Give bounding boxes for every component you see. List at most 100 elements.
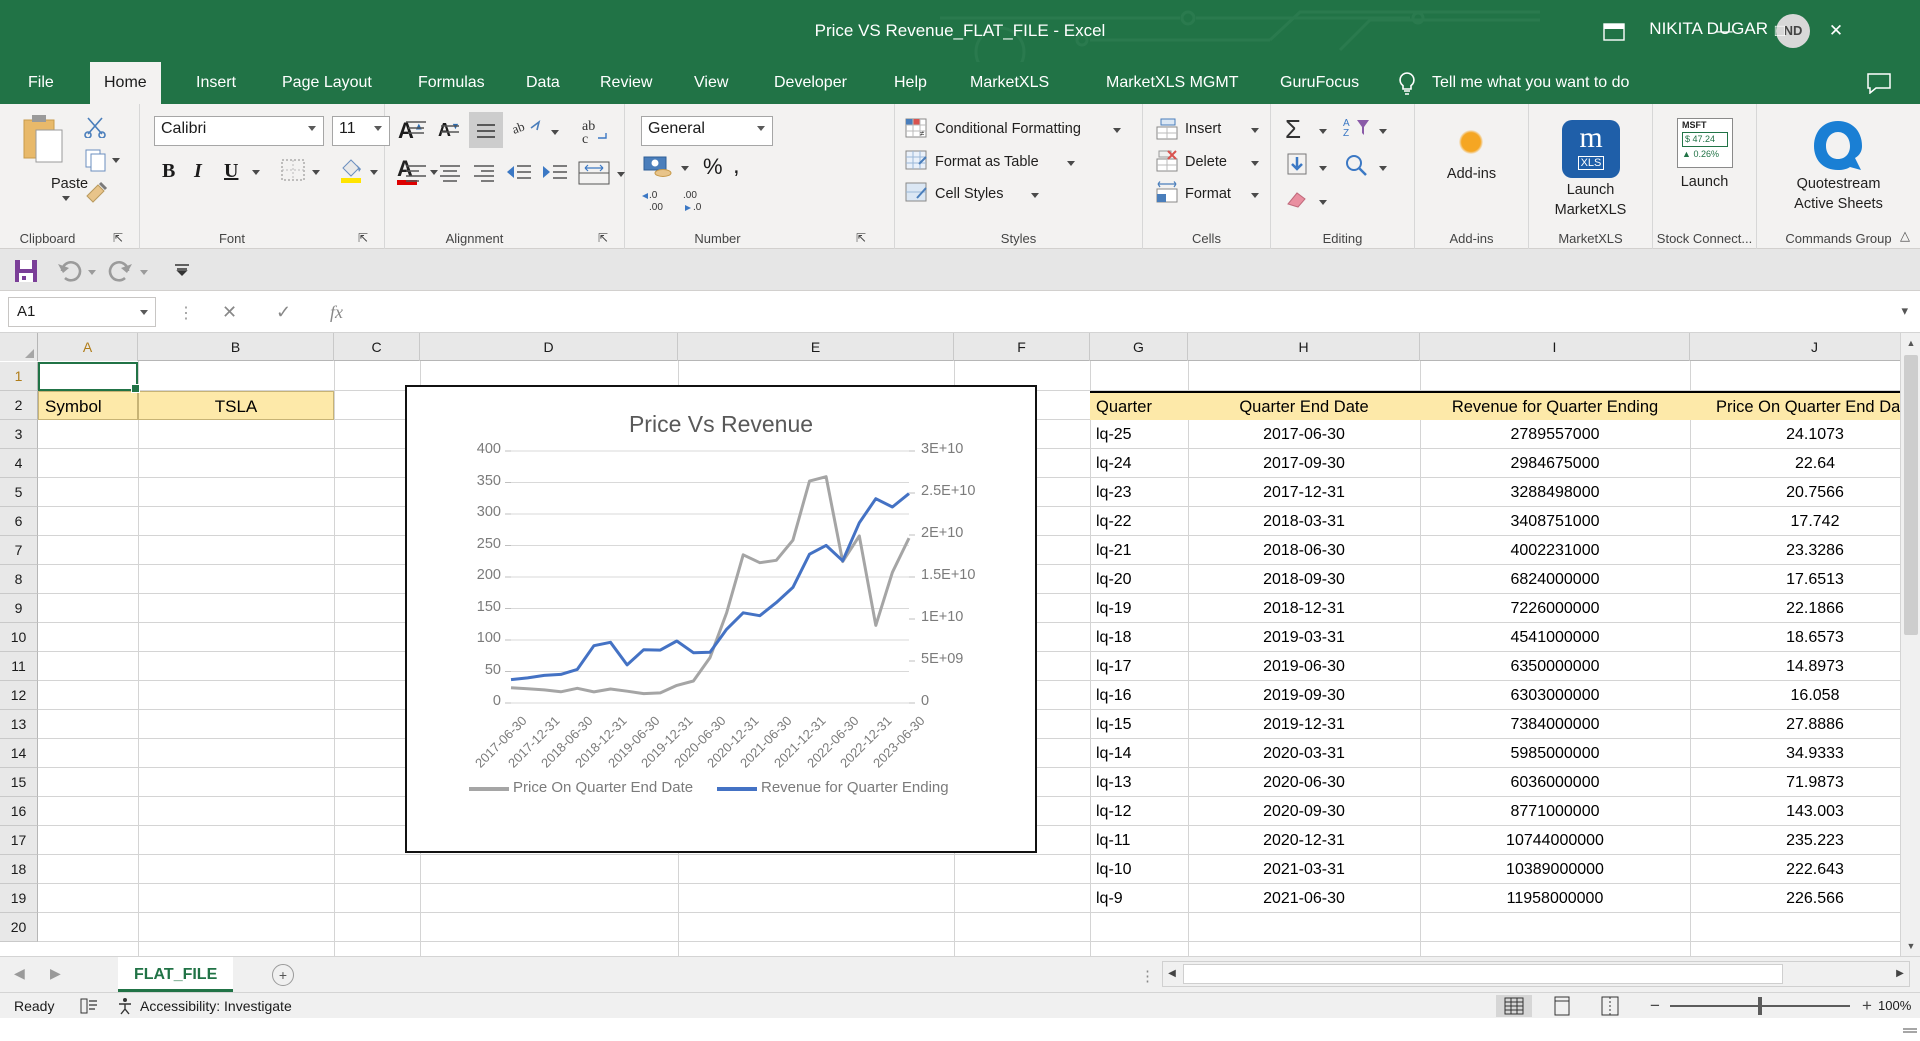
sort-and-filter-icon[interactable]: A Z xyxy=(1343,116,1373,140)
zoom-slider[interactable] xyxy=(1670,997,1850,1015)
row-header-4[interactable]: 4 xyxy=(0,449,38,478)
table-cell[interactable]: 18.6573 xyxy=(1690,623,1920,652)
table-cell[interactable]: lq-18 xyxy=(1090,623,1188,652)
format-dropdown-icon[interactable] xyxy=(1251,193,1259,198)
column-header-C[interactable]: C xyxy=(334,333,420,361)
merge-dropdown-icon[interactable] xyxy=(617,172,625,177)
sheet-nav-prev[interactable]: ◀ xyxy=(14,965,25,982)
row-header-6[interactable]: 6 xyxy=(0,507,38,536)
borders-icon[interactable] xyxy=(280,158,306,182)
row-header-16[interactable]: 16 xyxy=(0,797,38,826)
vertical-scrollbar[interactable]: ▲ ▼ xyxy=(1900,333,1920,1033)
table-cell[interactable]: 20.7566 xyxy=(1690,478,1920,507)
table-cell[interactable]: 2984675000 xyxy=(1420,449,1690,478)
underline-button[interactable]: U xyxy=(224,160,238,183)
tab-developer[interactable]: Developer xyxy=(760,62,861,104)
table-cell[interactable]: 17.742 xyxy=(1690,507,1920,536)
scroll-right-arrow-icon[interactable]: ▶ xyxy=(1891,962,1909,986)
row-header-9[interactable]: 9 xyxy=(0,594,38,623)
tab-insert[interactable]: Insert xyxy=(182,62,250,104)
comma-style-button[interactable]: , xyxy=(733,152,740,180)
table-cell[interactable]: 71.9873 xyxy=(1690,768,1920,797)
chart-price-vs-revenue[interactable]: Price Vs Revenue 0 50 100 150 200 250 300 350 40… xyxy=(405,385,1037,853)
row-header-14[interactable]: 14 xyxy=(0,739,38,768)
table-cell[interactable]: 2017-12-31 xyxy=(1188,478,1420,507)
number-format-select[interactable]: General xyxy=(641,116,773,146)
wrap-text-icon[interactable]: ab c xyxy=(580,114,614,148)
table-cell[interactable]: 2018-03-31 xyxy=(1188,507,1420,536)
table-cell[interactable]: 27.8886 xyxy=(1690,710,1920,739)
tab-view[interactable]: View xyxy=(680,62,742,104)
comments-icon[interactable] xyxy=(1866,72,1892,94)
table-cell[interactable]: lq-24 xyxy=(1090,449,1188,478)
table-cell[interactable]: 2018-06-30 xyxy=(1188,536,1420,565)
undo-icon[interactable] xyxy=(56,260,82,282)
accessibility-status[interactable]: Accessibility: Investigate xyxy=(140,993,292,1019)
tell-me-search[interactable]: Tell me what you want to do xyxy=(1432,62,1629,104)
table-cell[interactable]: 6303000000 xyxy=(1420,681,1690,710)
table-cell[interactable]: 6350000000 xyxy=(1420,652,1690,681)
copy-icon[interactable] xyxy=(84,148,108,172)
table-cell[interactable]: 235.223 xyxy=(1690,826,1920,855)
zoom-level[interactable]: 100% xyxy=(1878,993,1911,1019)
table-cell[interactable]: 22.64 xyxy=(1690,449,1920,478)
marketxls-launch-line2[interactable]: MarketXLS xyxy=(1529,202,1652,218)
row-header-5[interactable]: 5 xyxy=(0,478,38,507)
column-header-J[interactable]: J xyxy=(1690,333,1920,361)
align-center-icon[interactable] xyxy=(437,162,463,186)
align-right-icon[interactable] xyxy=(471,162,497,186)
column-header-H[interactable]: H xyxy=(1188,333,1420,361)
decrease-indent-icon[interactable] xyxy=(505,162,533,186)
sheet-tab-flat-file[interactable]: FLAT_FILE xyxy=(118,957,234,992)
conditional-formatting-dropdown-icon[interactable] xyxy=(1113,128,1121,133)
number-dialog-launcher[interactable]: ⇱ xyxy=(856,231,870,245)
cell-B2-ticker[interactable]: TSLA xyxy=(138,391,334,420)
format-as-table-icon[interactable] xyxy=(905,150,929,172)
align-bottom-icon[interactable] xyxy=(469,112,503,148)
bold-button[interactable]: B xyxy=(162,160,175,183)
accessibility-icon[interactable] xyxy=(116,997,134,1015)
table-cell[interactable]: 10389000000 xyxy=(1420,855,1690,884)
table-cell[interactable]: 4002231000 xyxy=(1420,536,1690,565)
table-cell[interactable]: lq-12 xyxy=(1090,797,1188,826)
enter-icon[interactable]: ✓ xyxy=(276,302,291,323)
paste-dropdown-icon[interactable] xyxy=(62,196,70,201)
table-cell[interactable]: lq-10 xyxy=(1090,855,1188,884)
add-ins-icon[interactable] xyxy=(1459,130,1483,154)
table-cell[interactable]: 7226000000 xyxy=(1420,594,1690,623)
table-cell[interactable]: lq-21 xyxy=(1090,536,1188,565)
quotestream-line1[interactable]: Quotestream xyxy=(1757,176,1920,192)
insert-label[interactable]: Insert xyxy=(1185,121,1221,137)
stock-connect-quote-tile[interactable]: MSFT $ 47.24 ▲ 0.26% xyxy=(1677,118,1733,168)
number-format-dropdown-icon[interactable] xyxy=(757,126,765,131)
font-family-dropdown-icon[interactable] xyxy=(308,126,316,131)
marketxls-logo-icon[interactable]: m XLS xyxy=(1562,120,1620,178)
fill-color-dropdown-icon[interactable] xyxy=(370,170,378,175)
add-ins-label[interactable]: Add-ins xyxy=(1415,166,1528,182)
table-cell[interactable]: 2019-03-31 xyxy=(1188,623,1420,652)
table-header-quarter[interactable]: Quarter xyxy=(1090,391,1188,420)
zoom-in-button[interactable]: + xyxy=(1862,996,1872,1016)
conditional-formatting-label[interactable]: Conditional Formatting xyxy=(935,121,1081,137)
table-cell[interactable]: 2021-03-31 xyxy=(1188,855,1420,884)
align-top-icon[interactable] xyxy=(403,118,429,142)
table-cell[interactable]: 8771000000 xyxy=(1420,797,1690,826)
table-cell[interactable]: lq-15 xyxy=(1090,710,1188,739)
cell-styles-label[interactable]: Cell Styles xyxy=(935,186,1004,202)
table-cell[interactable]: lq-19 xyxy=(1090,594,1188,623)
tab-data[interactable]: Data xyxy=(512,62,574,104)
table-cell[interactable]: lq-17 xyxy=(1090,652,1188,681)
table-cell[interactable]: 17.6513 xyxy=(1690,565,1920,594)
column-header-B[interactable]: B xyxy=(138,333,334,361)
table-cell[interactable]: lq-13 xyxy=(1090,768,1188,797)
autosum-dropdown-icon[interactable] xyxy=(1319,129,1327,134)
paste-label[interactable]: Paste xyxy=(0,176,139,192)
cell-styles-dropdown-icon[interactable] xyxy=(1031,193,1039,198)
table-cell[interactable]: lq-9 xyxy=(1090,884,1188,913)
tab-help[interactable]: Help xyxy=(880,62,941,104)
row-header-15[interactable]: 15 xyxy=(0,768,38,797)
text-orientation-icon[interactable]: ab xyxy=(513,118,543,144)
row-header-18[interactable]: 18 xyxy=(0,855,38,884)
table-header-quarter-end[interactable]: Quarter End Date xyxy=(1188,391,1420,420)
table-cell[interactable]: lq-11 xyxy=(1090,826,1188,855)
